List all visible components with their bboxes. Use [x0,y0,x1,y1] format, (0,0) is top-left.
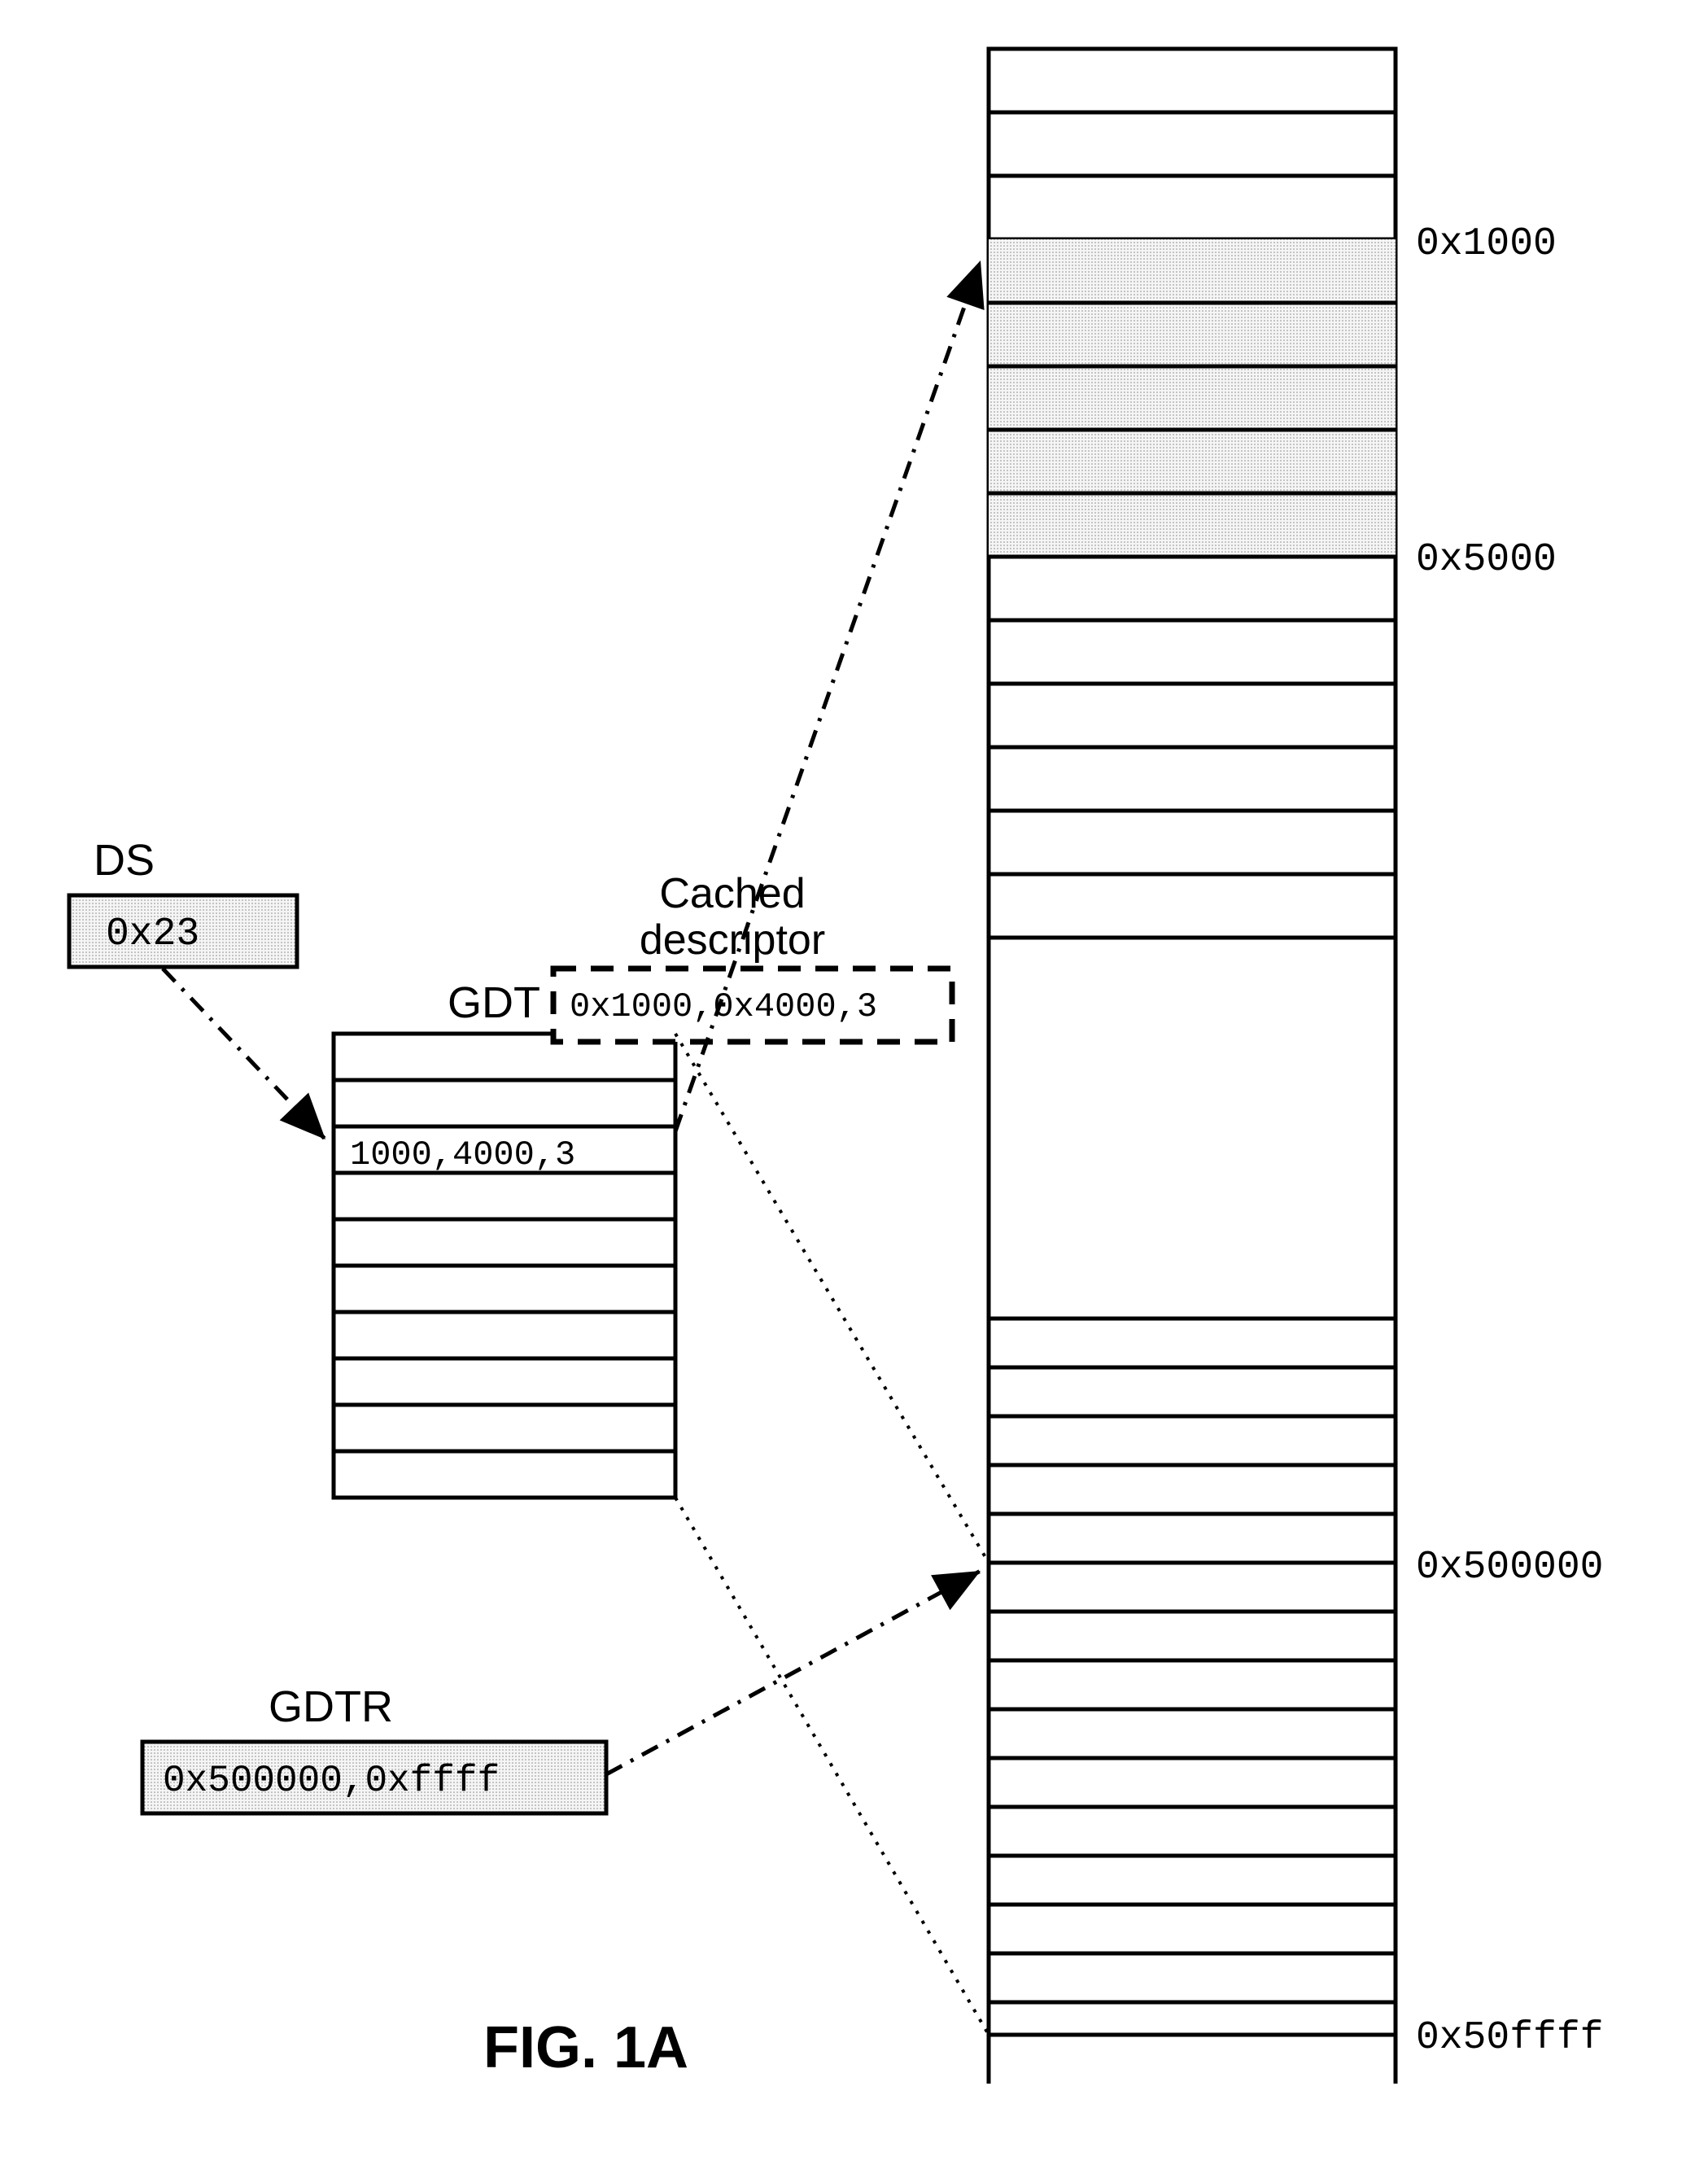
ds-register-value: 0x23 [106,912,199,956]
guide-gdt-bottom-to-0x50ffff [675,1498,989,2035]
gdt-title: GDT [448,978,540,1027]
gdt-entry-value: 1000,4000,3 [350,1135,575,1174]
gdt-table [334,1034,675,1498]
addr-0x1000-label: 0x1000 [1416,222,1557,266]
memory-diagram: 0x1000 0x5000 0x500000 0x50ffff DS 0x23 … [0,0,1708,2165]
figure-label: FIG. 1A [483,2015,688,2080]
memory-column [989,49,1396,2084]
guide-gdt-top-to-0x500000 [675,1034,989,1563]
gdtr-title: GDTR [269,1682,393,1731]
addr-0x5000-label: 0x5000 [1416,538,1557,582]
gdtr-register-value: 0x500000,0xffff [163,1760,500,1802]
arrow-gdtr-to-0x500000 [606,1571,981,1774]
ds-title: DS [94,836,155,885]
cached-title-1: Cached [659,870,805,917]
cached-descriptor-value: 0x1000,0x4000,3 [570,987,877,1026]
addr-0x50ffff-label: 0x50ffff [1416,2016,1603,2060]
cached-title-2: descriptor [640,916,825,964]
arrow-ds-to-gdt [163,969,325,1139]
addr-0x500000-label: 0x500000 [1416,1546,1603,1590]
